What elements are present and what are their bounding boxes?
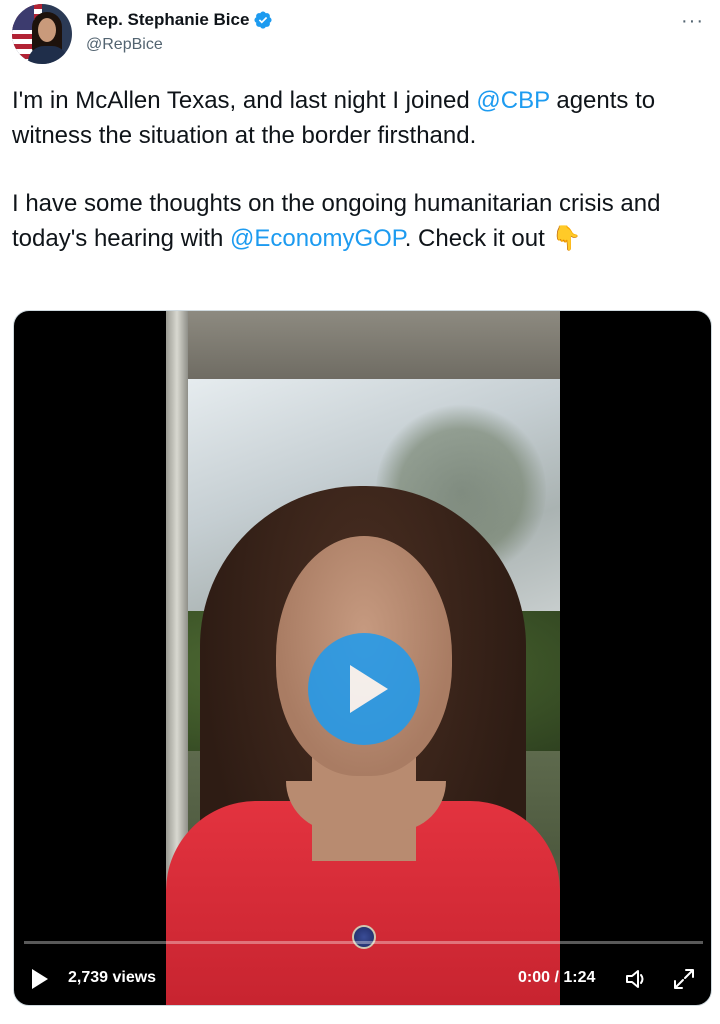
video-progress-bar[interactable]	[24, 941, 703, 944]
video-player[interactable]: 2,739 views 0:00 / 1:24	[13, 310, 712, 1006]
tweet-text: I'm in McAllen Texas, and last night I j…	[12, 84, 712, 290]
view-count: 2,739 views	[68, 969, 157, 986]
volume-icon[interactable]	[622, 965, 650, 993]
fullscreen-icon[interactable]	[670, 965, 698, 993]
play-icon[interactable]	[32, 969, 48, 989]
mention-link-economygop[interactable]: @EconomyGOP	[230, 225, 405, 252]
video-time: 0:00 / 1:24	[518, 969, 596, 986]
author-name-row[interactable]: Rep. Stephanie Bice	[86, 10, 273, 30]
tweet-paragraph-1: I'm in McAllen Texas, and last night I j…	[12, 87, 656, 149]
avatar[interactable]	[12, 4, 72, 64]
mention-link-cbp[interactable]: @CBP	[476, 87, 549, 114]
tweet-paragraph-2: I have some thoughts on the ongoing huma…	[12, 190, 661, 252]
verified-badge-icon	[254, 11, 272, 29]
tweet-header: Rep. Stephanie Bice @RepBice ···	[12, 4, 708, 64]
more-horizontal-icon[interactable]: ···	[681, 10, 704, 33]
author-handle[interactable]: @RepBice	[86, 36, 163, 54]
author-name[interactable]: Rep. Stephanie Bice	[86, 10, 249, 30]
video-controls: 2,739 views 0:00 / 1:24	[14, 957, 711, 997]
play-button[interactable]	[308, 633, 420, 745]
pointing-down-emoji-icon: 👇	[551, 224, 582, 252]
